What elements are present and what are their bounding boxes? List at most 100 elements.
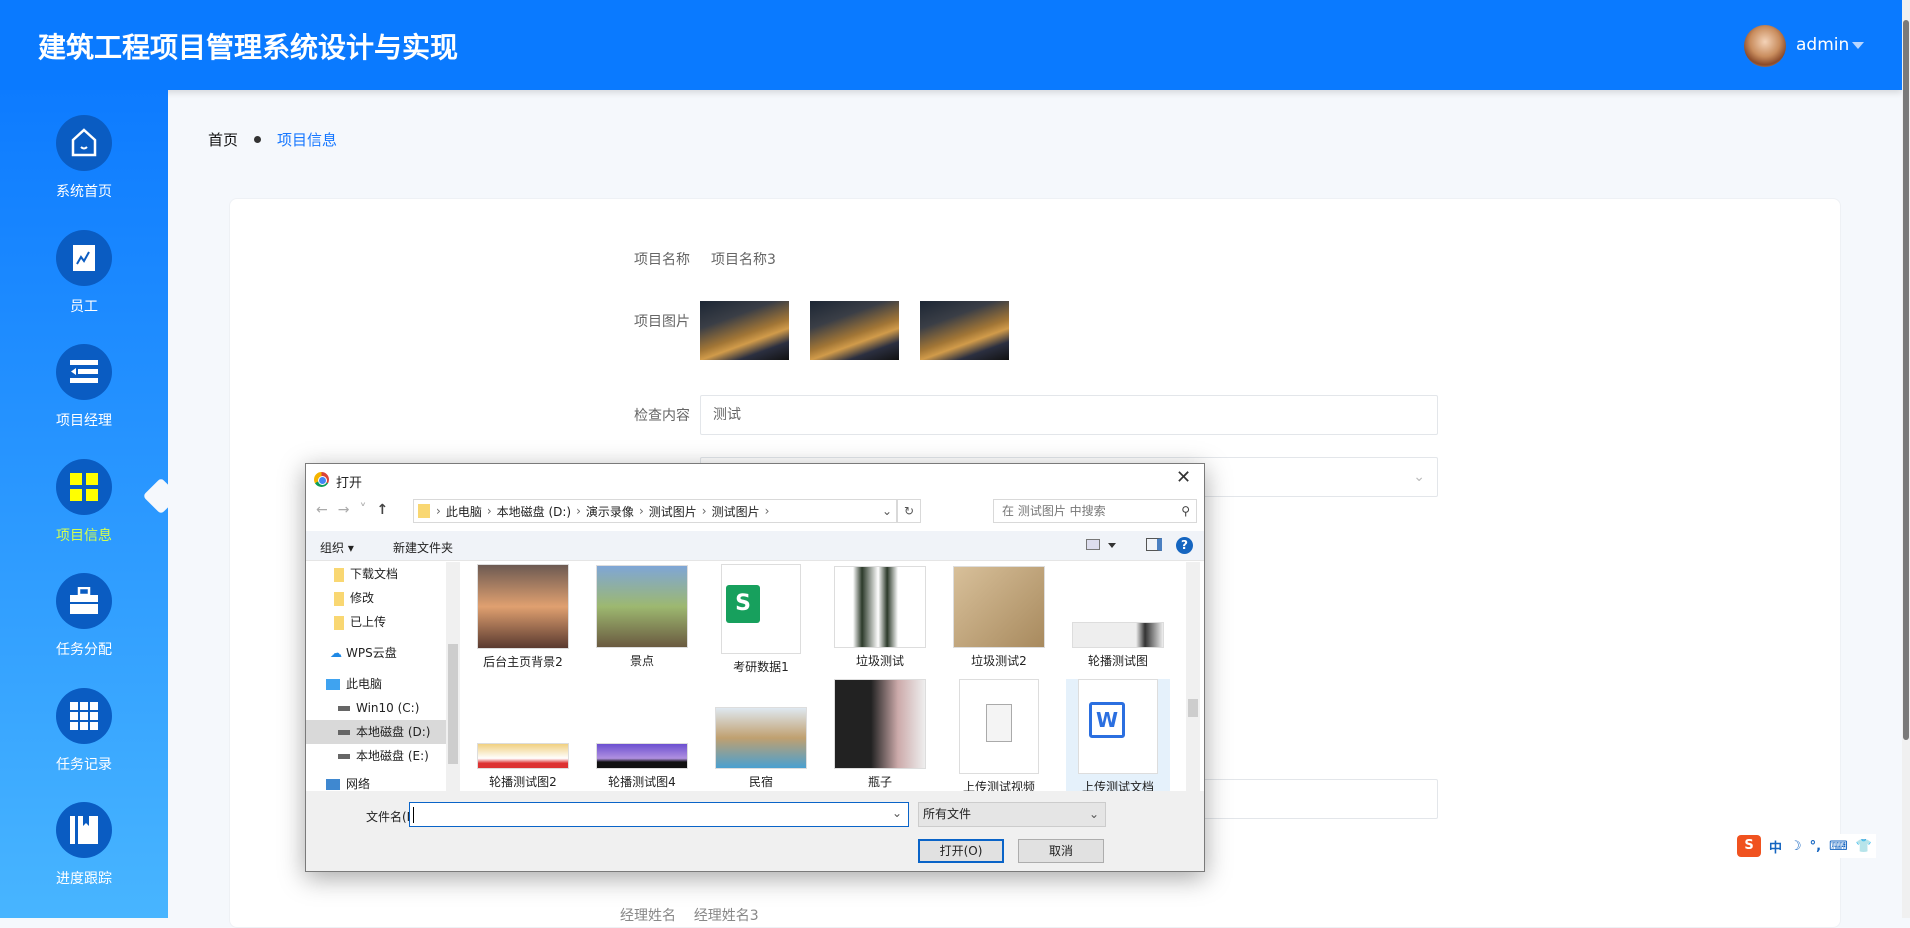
folder-icon <box>334 615 344 630</box>
nav-item[interactable]: Win10 (C:) <box>306 696 446 720</box>
file-item[interactable]: W 上传测试文档 <box>1066 679 1170 791</box>
project-name-label: 项目名称 <box>634 252 690 268</box>
check-content-input[interactable]: 测试 <box>700 395 1438 435</box>
nav-item[interactable]: 此电脑 <box>306 672 446 696</box>
table-icon <box>56 688 112 744</box>
file-item[interactable]: 轮播测试图2 <box>471 679 575 791</box>
dialog-title: 打开 <box>336 476 363 491</box>
close-button[interactable]: ✕ <box>1176 467 1191 488</box>
sidebar-item-label: 任务分配 <box>56 642 112 658</box>
image-thumbnail <box>715 707 807 769</box>
punct-icon: °, <box>1809 838 1822 854</box>
file-item[interactable]: 民宿 <box>709 679 813 791</box>
image-thumbnail <box>1072 622 1164 648</box>
help-icon[interactable]: ? <box>1176 537 1193 554</box>
view-icon[interactable] <box>1086 539 1100 550</box>
nav-item[interactable]: 下载文档 <box>306 562 446 586</box>
drive-icon <box>338 706 350 711</box>
file-item[interactable]: S 考研数据1 <box>709 564 813 676</box>
nav-item[interactable]: ☁ WPS云盘 <box>306 641 446 665</box>
file-item[interactable]: 垃圾测试 <box>828 564 932 676</box>
address-bar[interactable]: › 此电脑 › 本地磁盘 (D:) › 演示录像 › 测试图片 › 测试图片 › ⌄ <box>413 499 897 523</box>
new-folder-button[interactable]: 新建文件夹 <box>393 539 453 556</box>
preview-pane-icon[interactable] <box>1146 538 1162 551</box>
path-segment[interactable]: 演示录像 <box>586 503 634 520</box>
toolbar: 组织 ▾ 新建文件夹 ? <box>306 531 1204 561</box>
file-item[interactable]: 轮播测试图 <box>1066 564 1170 676</box>
image-thumbnail <box>477 743 569 769</box>
blank-thumbnail <box>959 679 1039 774</box>
image-thumbnail <box>834 679 926 769</box>
file-item[interactable]: 景点 <box>590 564 694 676</box>
avatar[interactable] <box>1744 25 1786 67</box>
nav-item[interactable]: 本地磁盘 (E:) <box>306 744 446 768</box>
nav-scrollbar[interactable] <box>446 562 460 791</box>
file-name: 瓶子 <box>867 775 892 789</box>
search-icon: ⚲ <box>1181 504 1190 518</box>
path-segment[interactable]: 测试图片 <box>712 503 760 520</box>
file-name: 后台主页背景2 <box>483 655 563 669</box>
word-thumbnail: W <box>1078 679 1158 774</box>
keyboard-icon: ⌨ <box>1829 838 1848 854</box>
path-segment[interactable]: 测试图片 <box>649 503 697 520</box>
file-name: 垃圾测试 <box>855 654 904 668</box>
search-input[interactable]: 在 测试图片 中搜索 ⚲ <box>993 499 1197 523</box>
nav-item[interactable]: 已上传 <box>306 610 446 634</box>
drive-icon <box>338 754 350 759</box>
project-image[interactable] <box>700 301 789 360</box>
file-item[interactable]: 后台主页背景2 <box>471 564 575 676</box>
filetype-select[interactable]: 所有文件 ⌄ <box>918 802 1106 827</box>
sidebar-item-label: 员工 <box>70 299 98 315</box>
chevron-down-icon: ⌄ <box>1088 807 1099 821</box>
file-name: 上传测试文档 <box>1081 780 1154 791</box>
path-segment[interactable]: 本地磁盘 (D:) <box>497 503 571 520</box>
open-button[interactable]: 打开(O) <box>918 839 1004 863</box>
cancel-button[interactable]: 取消 <box>1018 839 1104 863</box>
file-item[interactable]: 上传测试视频 <box>947 679 1051 791</box>
home-icon <box>56 115 112 171</box>
file-name: 轮播测试图4 <box>608 775 676 789</box>
file-item[interactable]: 轮播测试图4 <box>590 679 694 791</box>
file-grid: 后台主页背景2 景点 S 考研数据1 垃圾测试 垃圾测试2 轮播测试图轮播测试图2 轮播测试图… <box>461 562 1181 791</box>
organize-button[interactable]: 组织 ▾ <box>320 539 354 556</box>
sidebar-item-task-assign[interactable]: 任务分配 <box>0 573 168 659</box>
file-scrollbar[interactable] <box>1186 562 1200 791</box>
sidebar-item-progress[interactable]: 进度跟踪 <box>0 802 168 888</box>
ime-toolbar[interactable]: S 中 ☽ °, ⌨ 👕 <box>1733 834 1877 858</box>
chevron-down-icon[interactable]: ⌄ <box>882 504 892 518</box>
user-menu[interactable]: admin <box>1796 35 1849 55</box>
breadcrumb-home[interactable]: 首页 <box>208 131 238 149</box>
project-image[interactable] <box>810 301 899 360</box>
sidebar-item-home[interactable]: 系统首页 <box>0 115 168 201</box>
path-segment[interactable]: 此电脑 <box>446 503 482 520</box>
app-title: 建筑工程项目管理系统设计与实现 <box>38 31 459 64</box>
manager-value: 经理姓名3 <box>693 908 759 924</box>
shirt-icon: 👕 <box>1855 838 1873 854</box>
nav-item[interactable]: 本地磁盘 (D:) <box>306 720 446 744</box>
refresh-button[interactable]: ↻ <box>897 499 921 523</box>
search-placeholder: 在 测试图片 中搜索 <box>1002 504 1106 518</box>
page-scrollbar[interactable] <box>1902 0 1910 918</box>
image-thumbnail <box>953 566 1045 648</box>
book-icon <box>56 802 112 858</box>
image-thumbnail <box>834 566 926 648</box>
view-dropdown-icon[interactable] <box>1108 543 1116 548</box>
network-icon <box>326 779 340 790</box>
file-item[interactable]: 垃圾测试2 <box>947 564 1051 676</box>
moon-icon: ☽ <box>1790 838 1802 854</box>
sidebar-item-manager[interactable]: 项目经理 <box>0 344 168 430</box>
file-item[interactable]: 瓶子 <box>828 679 932 791</box>
project-image[interactable] <box>920 301 1009 360</box>
nav-buttons[interactable]: ←→˅↑ <box>316 502 398 518</box>
caret-down-icon[interactable] <box>1852 42 1864 49</box>
dialog-footer: 文件名(N): ⌄ 所有文件 ⌄ 打开(O) 取消 <box>306 791 1204 871</box>
image-thumbnail <box>477 564 569 649</box>
sidebar-item-task-record[interactable]: 任务记录 <box>0 688 168 774</box>
sidebar-item-project-info[interactable]: 项目信息 <box>0 459 168 545</box>
filename-input[interactable]: ⌄ <box>409 802 909 827</box>
nav-item[interactable]: 修改 <box>306 586 446 610</box>
sidebar-item-staff[interactable]: 员工 <box>0 230 168 316</box>
spreadsheet-thumbnail: S <box>721 564 801 654</box>
chevron-down-icon[interactable]: ⌄ <box>892 806 902 820</box>
ime-mode[interactable]: 中 <box>1769 837 1782 856</box>
